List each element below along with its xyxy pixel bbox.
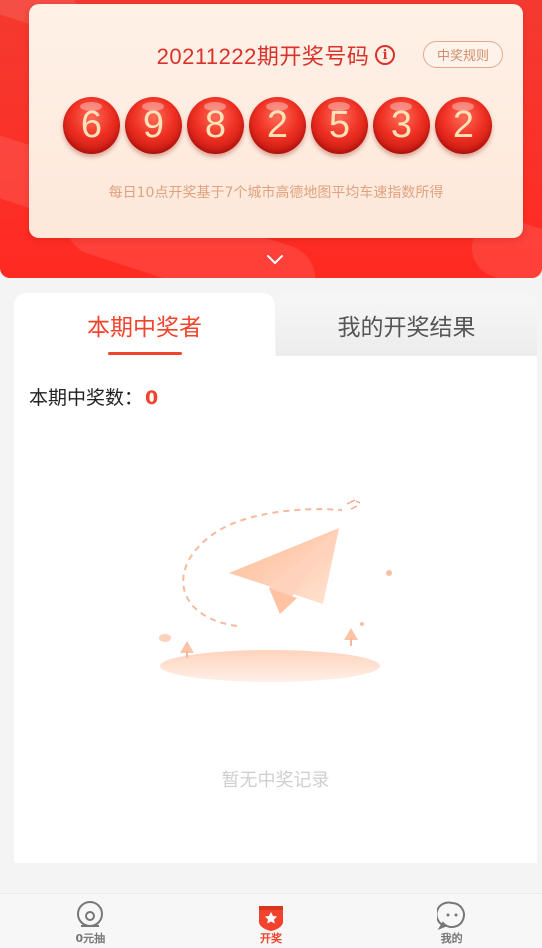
winners-count: 本期中奖数： 0 — [29, 383, 158, 410]
tab-label: 我的开奖结果 — [337, 314, 476, 341]
tab-my-results[interactable]: 我的开奖结果 — [276, 293, 537, 356]
number-ball: 9 — [125, 97, 182, 154]
award-badge-icon — [259, 906, 283, 931]
draw-result-card: 20211222期开奖号码 i 中奖规则 6 9 8 2 5 3 2 每日10点… — [29, 4, 523, 238]
tab-active-indicator — [108, 352, 182, 355]
number-ball: 3 — [373, 97, 430, 154]
empty-state-text: 暂无中奖记录 — [221, 770, 330, 791]
number-ball: 2 — [435, 97, 492, 154]
tab-label: 本期中奖者 — [87, 314, 202, 341]
draw-period-title: 20211222期开奖号码 — [156, 44, 370, 69]
nav-item-draw[interactable]: 开奖 — [181, 894, 362, 948]
number-ball: 5 — [311, 97, 368, 154]
number-ball: 6 — [63, 97, 120, 154]
profile-face-icon — [436, 901, 465, 931]
number-ball: 2 — [249, 97, 306, 154]
nav-label: 0元抽 — [75, 932, 106, 945]
nav-label: 开奖 — [260, 932, 282, 945]
tab-current-winners[interactable]: 本期中奖者 — [14, 293, 275, 356]
winners-count-label: 本期中奖数： — [29, 387, 144, 409]
winners-panel: 本期中奖数： 0 暂无中奖记录 — [14, 356, 537, 863]
empty-state-paper-plane-illustration — [159, 499, 392, 682]
bottom-nav: 0元抽 开奖 我的 — [0, 893, 542, 948]
nav-label: 我的 — [440, 932, 463, 945]
lottery-icon — [77, 901, 104, 927]
winners-count-value: 0 — [145, 387, 159, 409]
nav-item-lottery[interactable]: 0元抽 — [0, 894, 181, 948]
winning-numbers: 6 9 8 2 5 3 2 — [63, 97, 492, 154]
rules-button[interactable]: 中奖规则 — [423, 41, 503, 68]
chevron-down-icon[interactable] — [266, 253, 284, 265]
info-icon[interactable]: i — [375, 45, 396, 65]
nav-item-profile[interactable]: 我的 — [361, 894, 542, 948]
draw-note: 每日10点开奖基于7个城市高德地图平均车速指数所得 — [108, 185, 444, 201]
number-ball: 8 — [187, 97, 244, 154]
result-tabs: 本期中奖者 我的开奖结果 — [14, 293, 537, 356]
